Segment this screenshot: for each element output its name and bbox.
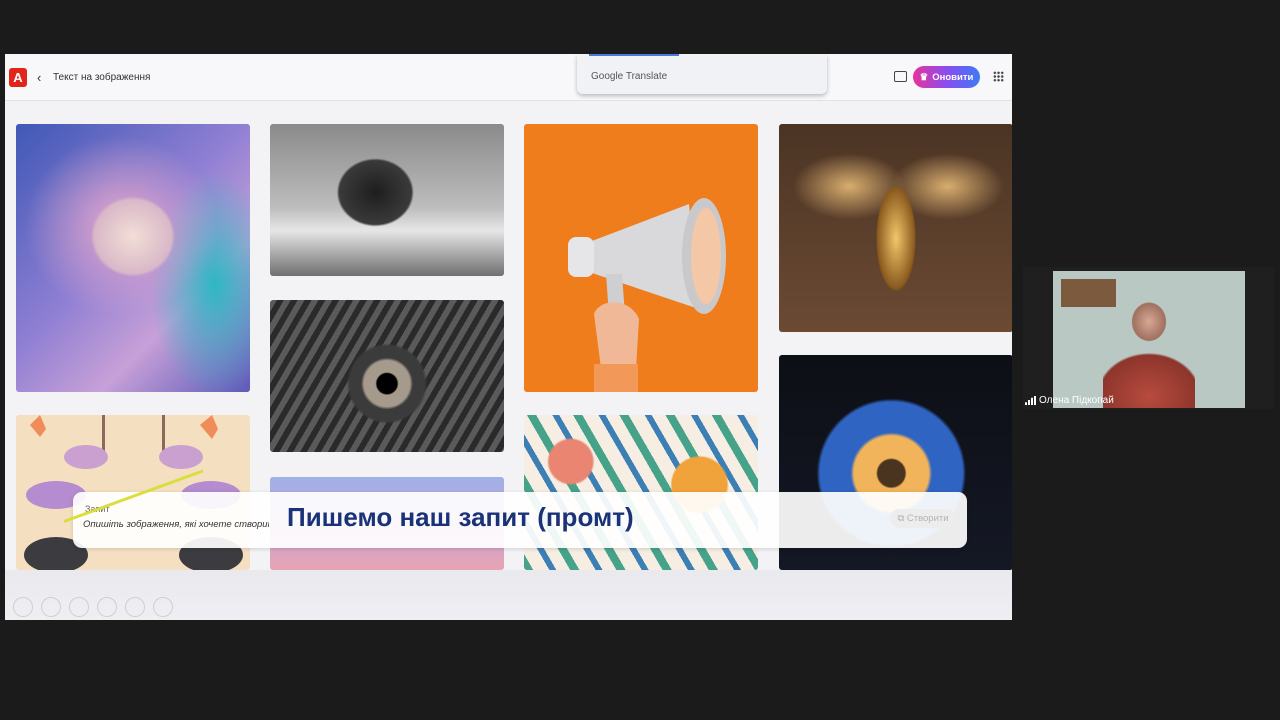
copy-icon[interactable] (97, 597, 117, 617)
prompt-bar: Запит Пишемо наш запит (промт) ⧉ Створит… (73, 492, 967, 548)
zoom-icon[interactable] (125, 597, 145, 617)
chevron-left-icon[interactable]: ‹ (37, 70, 41, 85)
gallery-image-lion[interactable] (16, 124, 250, 392)
gallery-image-megaphone[interactable] (524, 124, 758, 392)
participant-person (1103, 293, 1195, 408)
participant-video-tile[interactable]: Олена Підкопай (1023, 267, 1274, 409)
google-translate-label: Google Translate (591, 71, 668, 82)
more-icon[interactable] (153, 597, 173, 617)
crown-icon: ♛ (919, 71, 929, 83)
presenter-caption: Пишемо наш запит (промт) (287, 502, 634, 532)
apps-grid-icon[interactable] (993, 71, 1004, 82)
participant-name: Олена Підкопай (1039, 395, 1114, 406)
gallery-image-dragon-eye[interactable] (270, 300, 504, 452)
create-button[interactable]: ⧉ Створити (890, 509, 956, 528)
translate-tab-indicator (589, 54, 679, 56)
participant-name-label: Олена Підкопай (1025, 395, 1114, 406)
gallery-image-golden-bee[interactable] (779, 124, 1012, 332)
video-feed (1053, 271, 1245, 408)
annotation-toolbar (13, 597, 173, 617)
shared-screen: A ‹ Текст на зображення Google Translate… (5, 54, 1012, 620)
create-icon: ⧉ (897, 513, 905, 524)
megaphone-illustration (568, 198, 726, 392)
undo-icon[interactable] (13, 597, 33, 617)
adobe-logo-icon[interactable]: A (9, 68, 27, 87)
breadcrumb: Текст на зображення (53, 72, 151, 83)
comment-icon[interactable] (894, 71, 907, 82)
signal-strength-icon (1025, 396, 1036, 405)
pen-icon[interactable] (69, 597, 89, 617)
google-translate-popup: Google Translate (577, 54, 827, 94)
redo-icon[interactable] (41, 597, 61, 617)
gallery-image-mammoth[interactable] (270, 124, 504, 276)
upgrade-label: Оновити (932, 71, 974, 83)
upgrade-button[interactable]: ♛ Оновити (913, 66, 980, 88)
app-header: A ‹ Текст на зображення Google Translate… (5, 54, 1012, 101)
create-label: Створити (906, 513, 949, 524)
prompt-input[interactable] (83, 519, 269, 530)
